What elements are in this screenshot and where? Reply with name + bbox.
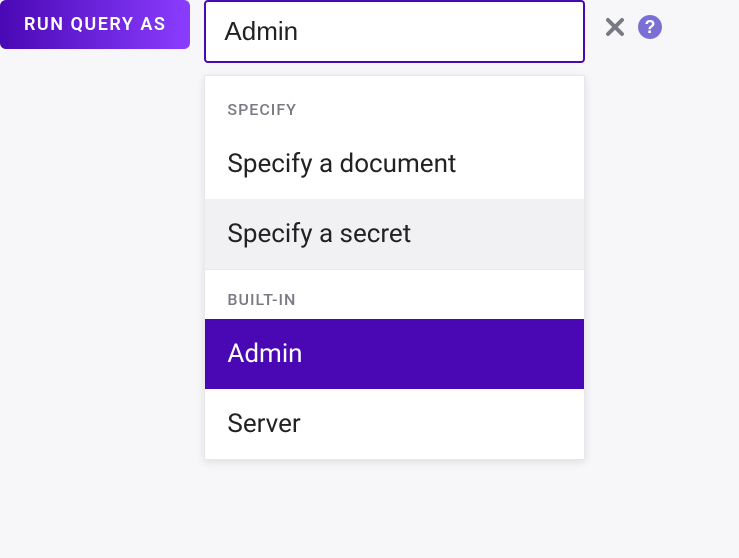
run-query-as-dropdown: SPECIFY Specify a document Specify a sec… xyxy=(204,75,585,460)
dropdown-option-specify-secret[interactable]: Specify a secret xyxy=(205,199,584,269)
dropdown-option-specify-document[interactable]: Specify a document xyxy=(205,129,584,199)
dropdown-section-specify-header: SPECIFY xyxy=(205,76,584,129)
svg-text:?: ? xyxy=(645,17,656,37)
close-icon[interactable] xyxy=(603,15,627,39)
dropdown-section-builtin-header: BUILT-IN xyxy=(205,270,584,319)
help-icon[interactable]: ? xyxy=(637,14,663,40)
dropdown-option-server[interactable]: Server xyxy=(205,389,584,459)
run-query-as-badge[interactable]: RUN QUERY AS xyxy=(0,0,190,49)
dropdown-option-admin[interactable]: Admin xyxy=(205,319,584,389)
run-query-as-input[interactable] xyxy=(204,0,585,63)
